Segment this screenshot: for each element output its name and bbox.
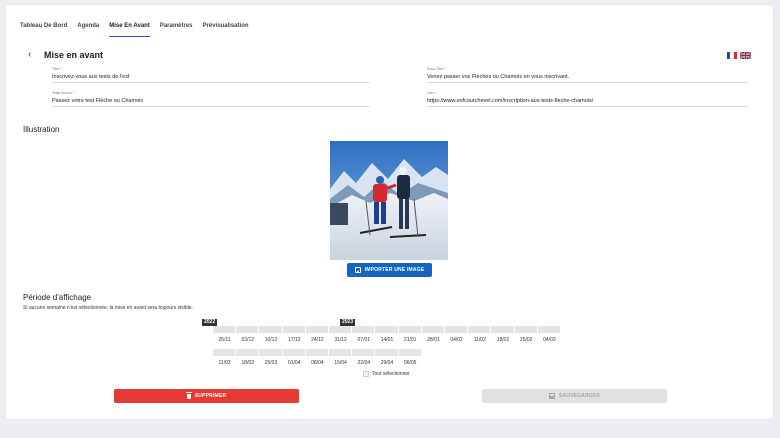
week-cell[interactable] <box>259 326 283 333</box>
texte-bouton-field[interactable]: Texte bouton * Passez votre test Flèche … <box>52 91 370 107</box>
week-label: 06/05 <box>403 360 417 366</box>
week-cell[interactable] <box>514 326 538 333</box>
week-cell[interactable] <box>213 326 237 333</box>
titre-field[interactable]: Titre * Inscrivez-vous aux tests de l'es… <box>52 67 370 83</box>
week-label: 11/03 <box>218 360 231 366</box>
week-label: 01/04 <box>287 360 301 366</box>
titre-value: Inscrivez-vous aux tests de l'esf <box>52 74 130 80</box>
week-cell[interactable] <box>491 326 515 333</box>
week-cell[interactable] <box>213 349 237 356</box>
lien-value: https://www.esfcourchevel.com/inscriptio… <box>427 98 594 104</box>
lien-label: Lien * <box>427 91 436 95</box>
illustration-image <box>330 141 448 260</box>
week-cell[interactable] <box>236 326 260 333</box>
week-label: 29/04 <box>380 360 394 366</box>
week-cell[interactable] <box>329 349 353 356</box>
sous-titre-label: Sous-Titre * <box>427 67 446 71</box>
week-label: 11/02 <box>473 337 486 343</box>
illustration-title: Illustration <box>23 125 60 134</box>
week-label: 28/01 <box>427 337 440 343</box>
flag-fr-icon[interactable] <box>727 52 737 59</box>
delete-button[interactable]: SUPPRIMER <box>114 389 299 403</box>
tab-tableau-de-bord[interactable]: Tableau De Bord <box>20 19 67 37</box>
week-cell[interactable] <box>329 326 353 333</box>
week-label: 26/11 <box>218 337 231 343</box>
sous-titre-field[interactable]: Sous-Titre * Venez passer vos Flèches ou… <box>427 67 747 83</box>
trash-icon <box>185 392 192 399</box>
image-icon <box>354 267 361 273</box>
main-card: Tableau De Bord Agenda Mise En Avant Par… <box>6 5 773 419</box>
week-label: 25/02 <box>519 337 533 343</box>
week-cell[interactable] <box>398 326 422 333</box>
week-label: 15/04 <box>334 360 347 366</box>
week-label: 31/12 <box>334 337 347 343</box>
sous-titre-value: Venez passer vos Flèches ou Chamois en v… <box>427 74 570 80</box>
week-label: 24/12 <box>311 337 324 343</box>
week-label: 07/01 <box>357 337 371 343</box>
save-button[interactable]: SAUVEGARDER <box>482 389 667 403</box>
titre-label: Titre * <box>52 67 62 71</box>
tab-agenda[interactable]: Agenda <box>77 19 99 37</box>
periode-title: Période d'affichage <box>23 293 92 302</box>
tab-mise-en-avant[interactable]: Mise En Avant <box>109 19 150 37</box>
week-cell[interactable] <box>445 326 469 333</box>
texte-bouton-value: Passez votre test Flèche ou Chamois <box>52 98 144 104</box>
week-cell[interactable] <box>398 349 422 356</box>
week-cell[interactable] <box>236 349 260 356</box>
week-label: 10/12 <box>264 337 278 343</box>
save-icon <box>548 393 555 399</box>
week-label: 08/04 <box>311 360 324 366</box>
lien-field[interactable]: Lien * https://www.esfcourchevel.com/ins… <box>427 91 747 107</box>
year-label-2023: 2023 <box>340 319 356 326</box>
week-label: 17/12 <box>287 337 301 343</box>
week-cell[interactable] <box>282 349 306 356</box>
week-label: 25/03 <box>264 360 278 366</box>
week-cell[interactable] <box>305 349 329 356</box>
week-cell[interactable] <box>375 326 399 333</box>
tab-parametres[interactable]: Paramètres <box>160 19 193 37</box>
periode-hint: Si aucune semaine n'est sélectionnée, la… <box>23 305 193 311</box>
language-switcher <box>727 52 751 59</box>
week-label: 04/03 <box>543 337 556 343</box>
select-all-control[interactable]: Tout sélectionner <box>363 371 410 377</box>
week-label: 18/03 <box>241 360 255 366</box>
save-label: SAUVEGARDER <box>558 393 601 399</box>
week-cell[interactable] <box>375 349 399 356</box>
week-label: 21/01 <box>403 337 417 343</box>
delete-label: SUPPRIMER <box>194 393 227 399</box>
week-label: 22/04 <box>357 360 371 366</box>
week-cell[interactable] <box>259 349 283 356</box>
week-cell[interactable] <box>282 326 306 333</box>
week-label: 18/02 <box>496 337 510 343</box>
page-title: Mise en avant <box>44 49 104 60</box>
week-cell[interactable] <box>352 326 376 333</box>
nav-tabs: Tableau De Bord Agenda Mise En Avant Par… <box>20 19 249 37</box>
texte-bouton-label: Texte bouton * <box>52 91 75 95</box>
week-label: 04/02 <box>450 337 463 343</box>
week-cell[interactable] <box>352 349 376 356</box>
import-image-label: IMPORTER UNE IMAGE <box>364 267 425 273</box>
week-cell[interactable] <box>305 326 329 333</box>
week-cell[interactable] <box>421 326 445 333</box>
week-label: 03/12 <box>241 337 255 343</box>
import-image-button[interactable]: IMPORTER UNE IMAGE <box>347 263 432 277</box>
week-cell[interactable] <box>468 326 492 333</box>
page-header: ‹ Mise en avant <box>28 49 103 60</box>
chevron-left-icon[interactable]: ‹ <box>28 49 36 60</box>
select-all-label: Tout sélectionner <box>372 371 410 377</box>
week-label: 14/01 <box>380 337 394 343</box>
flag-uk-icon[interactable] <box>740 52 751 59</box>
select-all-checkbox[interactable] <box>363 371 369 377</box>
tab-previsualisation[interactable]: Prévisualisation <box>203 19 249 37</box>
year-label-2022: 2022 <box>202 319 218 326</box>
week-cell[interactable] <box>537 326 561 333</box>
